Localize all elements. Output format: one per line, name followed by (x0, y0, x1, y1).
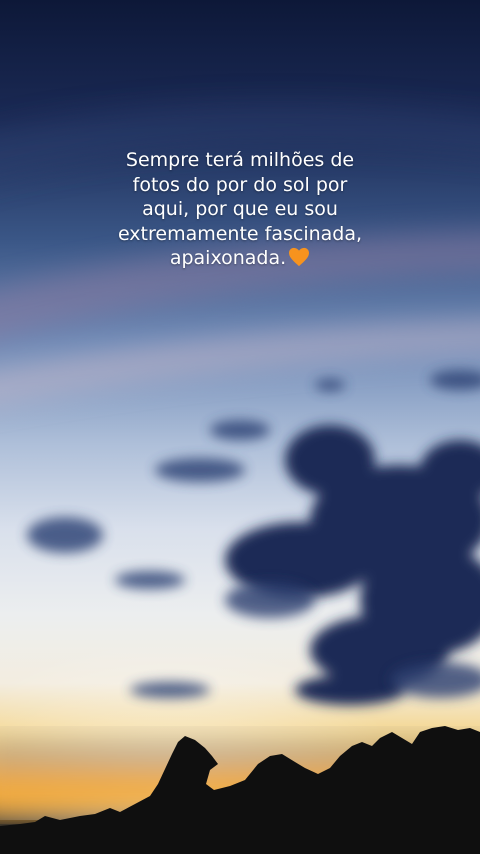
tree-silhouette (0, 726, 480, 854)
story-frame: Sempre terá milhões de fotos do por do s… (0, 0, 480, 854)
caption-line: Sempre terá milhões de fotos do por do s… (117, 149, 363, 269)
caption-text: Sempre terá milhões de fotos do por do s… (40, 148, 440, 274)
orange-heart-icon (288, 247, 310, 274)
